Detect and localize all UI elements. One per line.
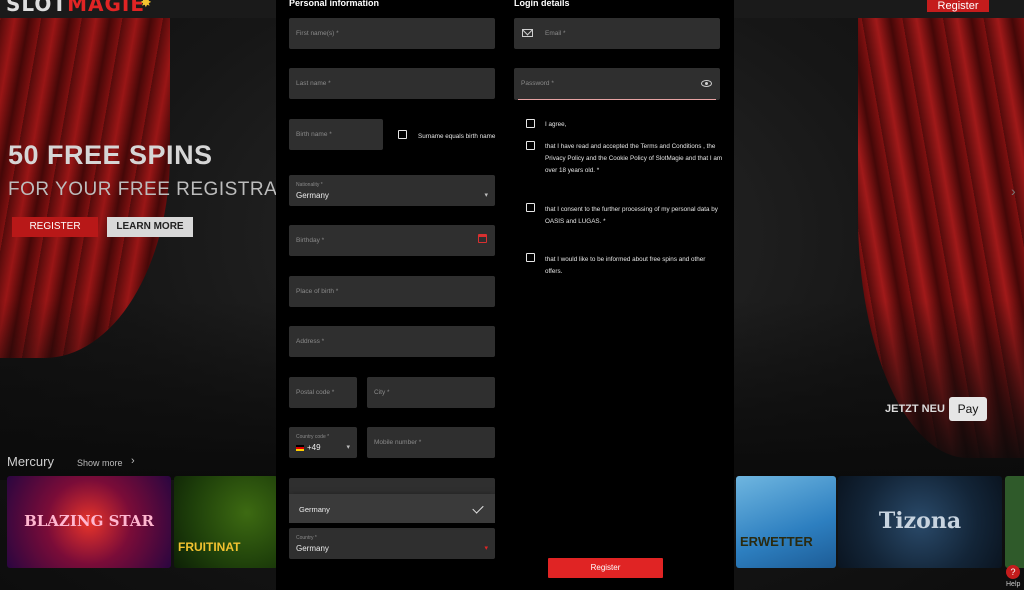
email-placeholder: Email *	[545, 30, 566, 37]
show-more-link[interactable]: Show more	[77, 458, 123, 468]
carousel-next-icon[interactable]: ›	[1011, 183, 1016, 199]
address-placeholder: Address *	[296, 338, 325, 345]
caret-down-icon: ▾	[484, 192, 488, 199]
help-icon[interactable]: ?	[1006, 565, 1020, 579]
consent-checkbox[interactable]	[526, 203, 535, 212]
postal-code-placeholder: Postal code *	[296, 389, 335, 396]
nationality-value: Germany	[296, 191, 329, 200]
help-label[interactable]: Help	[1006, 581, 1020, 588]
logo-star-icon: ✸	[140, 0, 152, 10]
country-code-text: +49	[307, 443, 321, 452]
first-name-field[interactable]: First name(s) *	[289, 18, 495, 49]
game-tile-tizona[interactable]: Tizona	[838, 476, 1002, 568]
place-of-birth-field[interactable]: Place of birth *	[289, 276, 495, 307]
agree-checkbox[interactable]	[526, 119, 535, 128]
country-code-label: Country code *	[296, 434, 330, 440]
game-title: FRUITINAT	[178, 540, 241, 554]
birthday-field[interactable]: Birthday *	[289, 225, 495, 256]
birth-name-placeholder: Birth name *	[296, 131, 332, 138]
game-tile-partial[interactable]	[1005, 476, 1024, 568]
apple-pay-badge: Pay	[949, 397, 987, 421]
site-logo[interactable]: SLOTMAGIE	[6, 0, 145, 16]
eye-icon[interactable]	[701, 80, 712, 87]
game-row-title: Mercury	[7, 454, 54, 469]
mobile-number-field[interactable]: Mobile number *	[367, 427, 495, 458]
last-name-field[interactable]: Last name *	[289, 68, 495, 99]
game-tile-sonnenwetter[interactable]: ERWETTER	[736, 476, 836, 568]
newsletter-checkbox[interactable]	[526, 253, 535, 262]
game-tile-fruitinator[interactable]: FRUITINAT	[174, 476, 278, 568]
game-tile-blazing-star[interactable]: BLAZING STAR	[7, 476, 171, 568]
birthday-placeholder: Birthday *	[296, 237, 325, 244]
first-name-placeholder: First name(s) *	[296, 30, 339, 37]
logo-text-2: MAGIE	[67, 0, 145, 16]
chevron-right-icon[interactable]: ›	[131, 455, 135, 467]
caret-down-icon: ▾	[346, 444, 350, 451]
hero-subtitle: FOR YOUR FREE REGISTRATIO	[8, 179, 310, 200]
surname-equals-label: Surname equals birth name	[418, 133, 496, 140]
checkmark-icon	[472, 502, 484, 514]
mobile-number-placeholder: Mobile number *	[374, 439, 422, 446]
place-of-birth-placeholder: Place of birth *	[296, 288, 339, 295]
game-title: BLAZING STAR	[24, 512, 154, 530]
country-value: Germany	[296, 544, 329, 553]
country-code-value: +49	[296, 443, 321, 452]
terms-checkbox[interactable]	[526, 141, 535, 150]
country-label: Country *	[296, 535, 317, 541]
country-code-select[interactable]: Country code * +49 ▾	[289, 427, 357, 458]
terms-label: that I have read and accepted the Terms …	[545, 143, 723, 174]
country-select[interactable]: Country * Germany ▾	[289, 528, 495, 559]
password-placeholder: Password *	[521, 80, 554, 87]
caret-down-icon: ▾	[484, 545, 488, 552]
hero-register-button[interactable]: REGISTER	[12, 217, 98, 237]
logo-text-1: SLOT	[6, 0, 68, 16]
birth-name-field[interactable]: Birth name *	[289, 119, 383, 150]
dropdown-option-germany[interactable]: Germany	[289, 494, 495, 523]
mail-icon	[522, 29, 533, 37]
newsletter-label: that I would like to be informed about f…	[545, 256, 706, 275]
game-title: Tizona	[878, 508, 962, 534]
nationality-label: Nationality *	[296, 182, 323, 188]
dropdown-option-label: Germany	[299, 505, 330, 514]
email-field[interactable]: Email *	[514, 18, 720, 49]
address-field[interactable]: Address *	[289, 326, 495, 357]
register-button[interactable]: Register	[548, 558, 663, 578]
top-register-button[interactable]: Register	[927, 0, 989, 12]
nationality-select[interactable]: Nationality * Germany ▾	[289, 175, 495, 206]
password-focus-underline	[518, 98, 716, 100]
agree-label: I agree,	[545, 121, 567, 128]
login-details-title: Login details	[514, 0, 570, 8]
hero-title: 50 FREE SPINS	[8, 140, 213, 170]
jetzt-neu-text: JETZT NEU	[885, 403, 945, 415]
postal-code-field[interactable]: Postal code *	[289, 377, 357, 408]
password-field[interactable]: Password *	[514, 68, 720, 100]
last-name-placeholder: Last name *	[296, 80, 331, 87]
consent-label: that I consent to the further processing…	[545, 206, 718, 225]
germany-flag-icon	[296, 444, 304, 451]
apple-pay-label: Pay	[957, 402, 979, 416]
calendar-icon[interactable]	[478, 234, 487, 243]
personal-info-title: Personal information	[289, 0, 380, 8]
city-placeholder: City *	[374, 389, 390, 396]
hero-learn-more-button[interactable]: LEARN MORE	[107, 217, 193, 237]
surname-equals-checkbox[interactable]	[398, 130, 407, 139]
city-field[interactable]: City *	[367, 377, 495, 408]
game-title: ERWETTER	[740, 534, 813, 549]
